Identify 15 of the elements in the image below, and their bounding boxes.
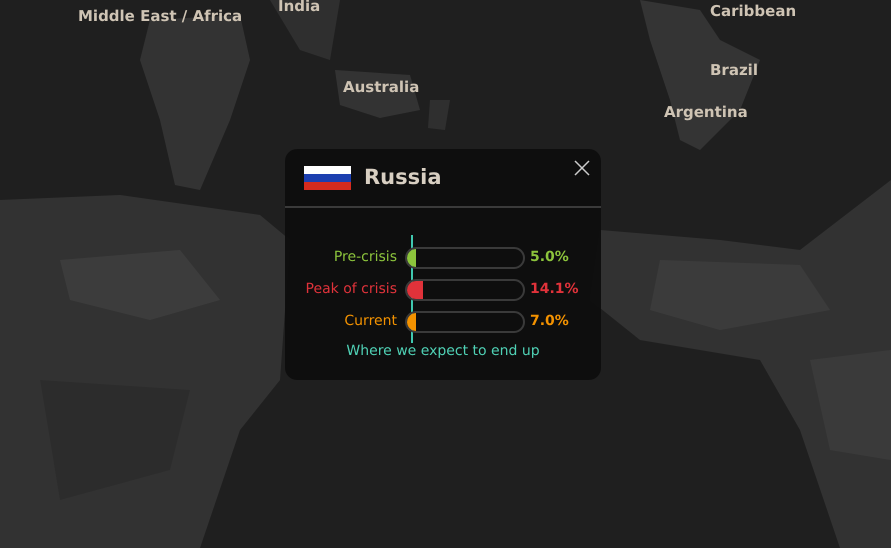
- target-caption: Where we expect to end up: [345, 342, 541, 361]
- row-label: Pre-crisis: [332, 248, 397, 267]
- country-name: Russia: [364, 164, 442, 191]
- flag-icon: [304, 166, 351, 190]
- close-icon: [574, 160, 590, 176]
- region-label: Caribbean: [710, 1, 796, 22]
- row-label: Peak of crisis: [304, 280, 397, 299]
- region-label: Brazil: [710, 60, 758, 81]
- region-label: Argentina: [664, 102, 748, 123]
- region-label: Australia: [343, 77, 420, 98]
- percent-value: 14.1%: [530, 280, 579, 299]
- region-label: Middle East / Africa: [78, 6, 242, 27]
- row-label: Current: [343, 312, 397, 331]
- percent-value: 5.0%: [530, 248, 569, 267]
- percent-value: 7.0%: [530, 312, 569, 331]
